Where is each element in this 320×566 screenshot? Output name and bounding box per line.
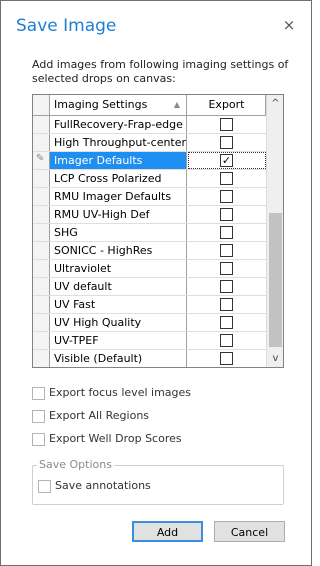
export-checkbox[interactable] [220, 172, 233, 185]
imaging-setting-name[interactable]: UV-TPEF [50, 332, 187, 349]
table-row[interactable]: SONICC - HighRes [33, 242, 266, 260]
export-checkbox[interactable] [220, 334, 233, 347]
imaging-setting-name[interactable]: Imager Defaults [50, 152, 187, 169]
export-cell[interactable] [188, 314, 266, 331]
table-row[interactable]: High Throughput-center [33, 134, 266, 152]
imaging-setting-name[interactable]: FullRecovery-Frap-edge [50, 116, 187, 133]
checkbox-label: Export All Regions [49, 409, 150, 422]
export-cell[interactable] [188, 134, 266, 151]
imaging-setting-name[interactable]: UV default [50, 278, 187, 295]
checkmark-icon: ✓ [221, 154, 232, 167]
export-cell[interactable] [188, 296, 266, 313]
imaging-setting-name[interactable]: RMU Imager Defaults [50, 188, 187, 205]
export-checkbox[interactable] [220, 226, 233, 239]
checkbox-box[interactable] [38, 480, 51, 493]
checkbox-box[interactable] [32, 387, 45, 400]
cancel-button[interactable]: Cancel [214, 521, 285, 542]
scroll-up-icon[interactable]: ^ [267, 95, 283, 112]
table-row[interactable]: RMU UV-High Def [33, 206, 266, 224]
table-row[interactable]: Visible (Default) [33, 350, 266, 367]
imaging-setting-name[interactable]: Ultraviolet [50, 260, 187, 277]
row-selector[interactable] [33, 170, 50, 187]
row-selector[interactable]: ✎ [33, 152, 50, 169]
table-row[interactable]: UV-TPEF [33, 332, 266, 350]
export-cell[interactable] [188, 242, 266, 259]
pencil-icon: ✎ [36, 153, 45, 164]
add-button[interactable]: Add [132, 521, 203, 542]
grid-header-row: Imaging Settings ▲ Export [33, 95, 266, 116]
export-cell[interactable] [188, 224, 266, 241]
export-checkbox[interactable] [220, 244, 233, 257]
imaging-setting-name[interactable]: SONICC - HighRes [50, 242, 187, 259]
export-cell[interactable] [188, 278, 266, 295]
export-cell[interactable] [188, 170, 266, 187]
imaging-setting-name[interactable]: High Throughput-center [50, 134, 187, 151]
export-cell[interactable] [188, 332, 266, 349]
export-checkbox[interactable] [220, 280, 233, 293]
row-selector[interactable] [33, 116, 50, 133]
checkbox-label: Save annotations [55, 479, 151, 492]
table-row[interactable]: FullRecovery-Frap-edge [33, 116, 266, 134]
table-row[interactable]: Ultraviolet [33, 260, 266, 278]
export-cell[interactable] [188, 206, 266, 223]
imaging-setting-name[interactable]: UV High Quality [50, 314, 187, 331]
table-row[interactable]: ✎ Imager Defaults ✓ [33, 152, 266, 170]
checkbox-box[interactable] [32, 410, 45, 423]
table-row[interactable]: LCP Cross Polarized [33, 170, 266, 188]
instruction-text: Add images from following imaging settin… [32, 58, 289, 85]
checkbox-label: Export focus level images [49, 386, 192, 399]
export-checkbox[interactable] [220, 208, 233, 221]
export-checkbox[interactable] [220, 118, 233, 131]
export-cell[interactable]: ✓ [188, 152, 266, 169]
sort-arrow-icon: ▲ [173, 100, 180, 109]
table-row[interactable]: RMU Imager Defaults [33, 188, 266, 206]
table-row[interactable]: SHG [33, 224, 266, 242]
imaging-setting-name[interactable]: Visible (Default) [50, 350, 187, 367]
export-cell[interactable] [188, 260, 266, 277]
row-selector[interactable] [33, 278, 50, 295]
row-selector[interactable] [33, 188, 50, 205]
vertical-scrollbar[interactable]: ^ v [266, 95, 283, 367]
export-cell[interactable] [188, 350, 266, 367]
export-checkbox[interactable] [220, 352, 233, 365]
imaging-settings-grid: Imaging Settings ▲ Export FullRecovery-F… [32, 94, 284, 368]
export-checkbox[interactable] [220, 262, 233, 275]
row-selector[interactable] [33, 134, 50, 151]
grid-body: Imaging Settings ▲ Export FullRecovery-F… [33, 95, 266, 367]
scrollbar-thumb[interactable] [269, 213, 282, 347]
column-header-imaging-settings[interactable]: Imaging Settings ▲ [50, 95, 187, 115]
row-selector[interactable] [33, 242, 50, 259]
dialog-title: Save Image [16, 16, 117, 36]
row-selector-header [33, 95, 50, 115]
export-checkbox[interactable] [220, 136, 233, 149]
scroll-down-icon[interactable]: v [267, 350, 283, 367]
column-header-export[interactable]: Export [188, 95, 266, 115]
export-checkbox[interactable]: ✓ [220, 154, 233, 167]
row-selector[interactable] [33, 206, 50, 223]
row-selector[interactable] [33, 332, 50, 349]
column-header-label: Imaging Settings [54, 98, 148, 111]
export-checkbox[interactable] [220, 316, 233, 329]
imaging-setting-name[interactable]: SHG [50, 224, 187, 241]
table-row[interactable]: UV Fast [33, 296, 266, 314]
table-row[interactable]: UV High Quality [33, 314, 266, 332]
row-selector[interactable] [33, 296, 50, 313]
checkbox-label: Export Well Drop Scores [49, 432, 182, 445]
imaging-setting-name[interactable]: RMU UV-High Def [50, 206, 187, 223]
save-options-legend: Save Options [37, 458, 114, 471]
save-image-dialog: Save Image × Add images from following i… [0, 0, 312, 566]
row-selector[interactable] [33, 260, 50, 277]
row-selector[interactable] [33, 224, 50, 241]
checkbox-box[interactable] [32, 433, 45, 446]
export-cell[interactable] [188, 116, 266, 133]
export-checkbox[interactable] [220, 298, 233, 311]
imaging-setting-name[interactable]: LCP Cross Polarized [50, 170, 187, 187]
export-cell[interactable] [188, 188, 266, 205]
imaging-setting-name[interactable]: UV Fast [50, 296, 187, 313]
export-checkbox[interactable] [220, 190, 233, 203]
close-icon[interactable]: × [281, 15, 297, 35]
table-row[interactable]: UV default [33, 278, 266, 296]
row-selector[interactable] [33, 314, 50, 331]
row-selector[interactable] [33, 350, 50, 367]
